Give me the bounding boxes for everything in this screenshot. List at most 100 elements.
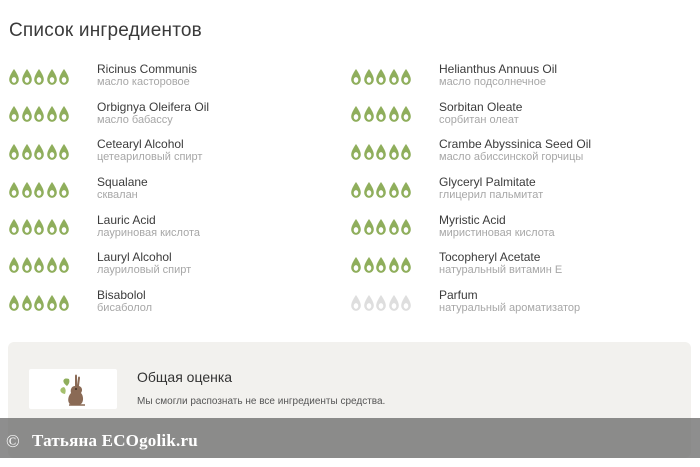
drop-icon [400,294,412,312]
ingredient-rating [8,135,97,165]
drop-icon [33,68,45,86]
ingredient-rating [350,286,439,316]
ingredient-name[interactable]: Myristic Acid [439,213,555,227]
ingredient-name[interactable]: Lauryl Alcohol [97,250,191,264]
ingredient-name[interactable]: Lauric Acid [97,213,200,227]
ingredient-name[interactable]: Helianthus Annuus Oil [439,62,557,76]
drop-icon [58,181,70,199]
drop-icon [388,143,400,161]
drop-icon [58,256,70,274]
ingredient-translation: сорбитан олеат [439,113,519,126]
ingredient-item[interactable]: Bisabolol бисаболол [8,286,350,324]
ingredient-name[interactable]: Squalane [97,175,148,189]
ingredient-name[interactable]: Ricinus Communis [97,62,197,76]
page-title: Список ингредиентов [9,20,202,41]
ingredient-names: Sorbitan Oleate сорбитан олеат [439,98,522,127]
ingredient-translation: масло бабассу [97,113,173,126]
ingredient-translation: сквалан [97,189,138,202]
ingredient-item[interactable]: Parfum натуральный ароматизатор [350,286,692,324]
drop-icon [363,294,375,312]
drop-icon [350,181,362,199]
ingredient-name[interactable]: Cetearyl Alcohol [97,137,202,151]
drop-icon [350,143,362,161]
ingredient-names: Glyceryl Palmitate глицерил пальмитат [439,173,543,202]
drop-icon [375,105,387,123]
drop-icon [400,256,412,274]
watermark-text: Татьяна ECOgolik.ru [32,431,198,450]
drop-icon [58,143,70,161]
copyright-icon: © [6,431,20,451]
ingredient-names: Tocopheryl Acetate натуральный витамин Е [439,248,562,277]
drop-icon [400,105,412,123]
ingredient-name[interactable]: Glyceryl Palmitate [439,175,543,189]
drop-icon [350,218,362,236]
drop-icon [46,143,58,161]
drop-icon [363,256,375,274]
ingredient-item[interactable]: Tocopheryl Acetate натуральный витамин Е [350,248,692,286]
ingredient-translation: масло абиссинской горчицы [439,151,584,164]
drop-icon [400,218,412,236]
drop-icon [33,218,45,236]
drop-icon [388,218,400,236]
drop-icon [375,294,387,312]
ingredient-item[interactable]: Squalane сквалан [8,173,350,211]
ingredient-rating [350,173,439,203]
ingredient-rating [8,248,97,278]
ingredient-item[interactable]: Crambe Abyssinica Seed Oil масло абиссинс… [350,135,692,173]
drop-icon [8,68,20,86]
ingredient-translation: натуральный витамин Е [439,264,563,277]
ingredient-item[interactable]: Glyceryl Palmitate глицерил пальмитат [350,173,692,211]
ingredient-item[interactable]: Sorbitan Oleate сорбитан олеат [350,98,692,136]
ingredient-translation: миристиновая кислота [439,226,555,239]
drop-icon [388,256,400,274]
ingredient-translation: лауриловый спирт [97,264,192,277]
summary-title: Общая оценка [137,369,233,385]
drop-icon [33,105,45,123]
ingredient-name[interactable]: Tocopheryl Acetate [439,250,562,264]
drop-icon [8,294,20,312]
ingredient-translation: лауриновая кислота [97,226,201,239]
ingredient-names: Bisabolol бисаболол [97,286,152,315]
ingredient-item[interactable]: Myristic Acid миристиновая кислота [350,211,692,249]
drop-icon [8,256,20,274]
ingredient-rating [350,98,439,128]
ingredient-names: Ricinus Communis масло касторовое [97,60,197,89]
ingredient-item[interactable]: Orbignya Oleifera Oil масло бабассу [8,98,350,136]
drop-icon [33,181,45,199]
drop-icon [388,105,400,123]
drop-icon [46,218,58,236]
ingredient-name[interactable]: Bisabolol [97,288,152,302]
drop-icon [21,68,33,86]
ingredient-item[interactable]: Lauryl Alcohol лауриловый спирт [8,248,350,286]
ingredient-item[interactable]: Helianthus Annuus Oil масло подсолнечное [350,60,692,98]
ingredient-name[interactable]: Sorbitan Oleate [439,100,522,114]
ingredient-item[interactable]: Lauric Acid лауриновая кислота [8,211,350,249]
drop-icon [21,218,33,236]
ingredient-names: Crambe Abyssinica Seed Oil масло абиссинс… [439,135,591,164]
hare-logo-icon [29,369,117,409]
ingredient-rating [8,98,97,128]
ingredient-names: Lauryl Alcohol лауриловый спирт [97,248,191,277]
ingredient-name[interactable]: Orbignya Oleifera Oil [97,100,209,114]
drop-icon [350,294,362,312]
drop-icon [350,256,362,274]
ingredient-rating [350,248,439,278]
ingredient-name[interactable]: Parfum [439,288,580,302]
drop-icon [363,218,375,236]
drop-icon [375,68,387,86]
ingredient-rating [350,60,439,90]
drop-icon [388,68,400,86]
ingredient-item[interactable]: Ricinus Communis масло касторовое [8,60,350,98]
ingredient-name[interactable]: Crambe Abyssinica Seed Oil [439,137,591,151]
ingredient-names: Squalane сквалан [97,173,148,202]
summary-text: Мы смогли распознать не все ингредиенты … [137,396,386,407]
ingredient-item[interactable]: Cetearyl Alcohol цетеариловый спирт [8,135,350,173]
drop-icon [33,143,45,161]
drop-icon [388,181,400,199]
ingredient-list: Ricinus Communis масло касторовое Helianth… [8,60,698,324]
drop-icon [375,143,387,161]
drop-icon [375,218,387,236]
drop-icon [400,68,412,86]
drop-icon [46,294,58,312]
drop-icon [8,143,20,161]
